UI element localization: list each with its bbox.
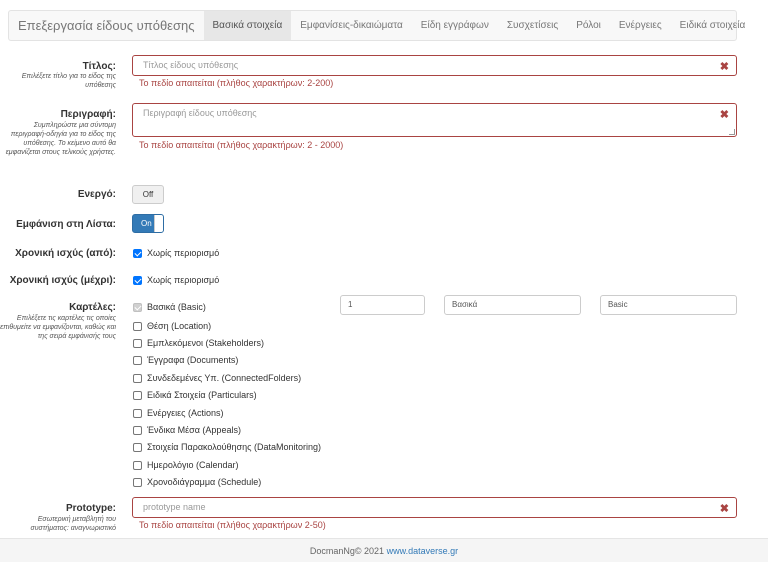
tab-bar: Βασικά στοιχεία Εμφανίσεις-δικαιώματα Εί…: [203, 11, 755, 40]
description-textarea[interactable]: Περιγραφή είδους υπόθεσης ✖: [132, 103, 737, 137]
title-label: Τίτλος:: [82, 61, 116, 72]
description-help: Συμπληρώστε μια σύντομη περιγραφή-οδηγία…: [5, 122, 116, 156]
checkbox-icon[interactable]: [133, 442, 142, 452]
description-error: Το πεδίο απαιτείται (πλήθος χαρακτήρων: …: [139, 140, 344, 150]
tab-relations[interactable]: Συσχετίσεις: [498, 11, 567, 40]
description-label: Περιγραφή:: [60, 109, 116, 120]
footer-link[interactable]: www.dataverse.gr: [387, 546, 459, 556]
prototype-label: Prototype:: [66, 503, 116, 514]
checkbox-icon[interactable]: [133, 390, 142, 400]
checkbox-icon[interactable]: [133, 338, 142, 348]
tab-checkbox-particulars[interactable]: Ειδικά Στοιχεία (Particulars): [133, 390, 257, 400]
tab-checkbox-actions[interactable]: Ενέργειες (Actions): [133, 408, 224, 418]
footer: DocmanNg© 2021 www.dataverse.gr: [0, 538, 768, 562]
top-navbar: Επεξεργασία είδους υπόθεσης Βασικά στοιχ…: [8, 10, 745, 41]
tab-checkbox-label: Στοιχεία Παρακολούθησης (DataMonitoring): [147, 442, 321, 452]
tab-actions[interactable]: Ενέργειες: [610, 11, 671, 40]
checkbox-icon[interactable]: [133, 373, 142, 383]
footer-copyright: DocmanNg© 2021: [309, 546, 385, 556]
tab-document-types[interactable]: Είδη εγγράφων: [412, 11, 498, 40]
title-placeholder: Τίτλος είδους υπόθεσης: [143, 60, 239, 70]
basic-label-el-input[interactable]: Βασικά: [444, 295, 581, 315]
tab-checkbox-label: Χρονοδιάγραμμα (Schedule): [147, 477, 262, 487]
clear-icon[interactable]: ✖: [720, 502, 729, 515]
checkbox-checked-icon[interactable]: [133, 275, 142, 285]
tabs-help: Επιλέξετε τις καρτέλες τις οποίες επιθυμ…: [0, 315, 116, 340]
page-title: Επεξεργασία είδους υπόθεσης: [18, 18, 195, 33]
tab-checkbox-label: Ενέργειες (Actions): [147, 408, 224, 418]
tab-checkbox-schedule[interactable]: Χρονοδιάγραμμα (Schedule): [133, 477, 261, 487]
prototype-help: Εσωτερική μεταβλητή του συστήματος: αναγ…: [30, 516, 116, 532]
tab-checkbox-appeals[interactable]: Ένδικα Μέσα (Appeals): [133, 425, 241, 435]
active-toggle[interactable]: Off: [132, 185, 164, 204]
tab-checkbox-label: Ειδικά Στοιχεία (Particulars): [147, 390, 257, 400]
checkbox-disabled-icon: [133, 302, 142, 312]
tab-checkbox-documents[interactable]: Έγγραφα (Documents): [133, 355, 238, 365]
tab-checkbox-location[interactable]: Θέση (Location): [133, 321, 211, 331]
prototype-error: Το πεδίο απαιτείται (πλήθος χαρακτήρων 2…: [139, 520, 326, 530]
tab-checkbox-label: Ημερολόγιο (Calendar): [147, 460, 239, 470]
show-in-list-label: Εμφάνιση στη Λίστα:: [16, 219, 116, 230]
tab-checkbox-basic[interactable]: Βασικά (Basic): [133, 302, 206, 312]
tab-checkbox-label: Βασικά (Basic): [147, 302, 206, 312]
clear-icon[interactable]: ✖: [720, 108, 729, 121]
tab-checkbox-connected-folders[interactable]: Συνδεδεμένες Υπ. (ConnectedFolders): [133, 373, 301, 383]
active-label: Ενεργό:: [77, 189, 116, 200]
tab-checkbox-label: Συνδεδεμένες Υπ. (ConnectedFolders): [147, 373, 302, 383]
resize-handle-icon[interactable]: [729, 129, 735, 135]
title-error: Το πεδίο απαιτείται (πλήθος χαρακτήρων: …: [139, 78, 334, 88]
basic-order-input[interactable]: 1: [340, 295, 425, 315]
prototype-placeholder: prototype name: [143, 502, 206, 512]
prototype-input[interactable]: prototype name ✖: [132, 497, 737, 518]
valid-to-checkbox-label: Χωρίς περιορισμό: [147, 275, 220, 285]
valid-to-label: Χρονική ισχύς (μέχρι):: [9, 275, 116, 286]
title-help: Επιλέξετε τίτλο για το είδος της υπόθεση…: [21, 73, 116, 89]
tab-basic[interactable]: Βασικά στοιχεία: [203, 11, 292, 40]
checkbox-icon[interactable]: [133, 321, 142, 331]
checkbox-icon[interactable]: [133, 460, 142, 470]
show-in-list-toggle[interactable]: On: [132, 214, 164, 233]
clear-icon[interactable]: ✖: [720, 60, 729, 73]
checkbox-icon[interactable]: [133, 425, 142, 435]
basic-label-en-input[interactable]: Basic: [600, 295, 737, 315]
valid-to-checkbox[interactable]: Χωρίς περιορισμό: [133, 275, 219, 285]
checkbox-icon[interactable]: [133, 408, 142, 418]
description-placeholder: Περιγραφή είδους υπόθεσης: [143, 108, 257, 118]
tabs-label: Καρτέλες:: [69, 302, 116, 313]
tab-checkbox-label: Έγγραφα (Documents): [147, 355, 239, 365]
valid-from-checkbox-label: Χωρίς περιορισμό: [147, 248, 220, 258]
valid-from-label: Χρονική ισχύς (από):: [15, 248, 116, 259]
tab-checkbox-stakeholders[interactable]: Εμπλεκόμενοι (Stakeholders): [133, 338, 264, 348]
tab-checkbox-label: Εμπλεκόμενοι (Stakeholders): [147, 338, 265, 348]
tab-checkbox-label: Θέση (Location): [147, 321, 212, 331]
tab-particulars[interactable]: Ειδικά στοιχεία: [671, 11, 755, 40]
valid-from-checkbox[interactable]: Χωρίς περιορισμό: [133, 248, 219, 258]
checkbox-icon[interactable]: [133, 355, 142, 365]
tab-roles[interactable]: Ρόλοι: [567, 11, 610, 40]
tab-checkbox-data-monitoring[interactable]: Στοιχεία Παρακολούθησης (DataMonitoring): [133, 442, 321, 452]
tab-checkbox-calendar[interactable]: Ημερολόγιο (Calendar): [133, 460, 239, 470]
tab-checkbox-label: Ένδικα Μέσα (Appeals): [147, 425, 241, 435]
checkbox-icon[interactable]: [133, 477, 142, 487]
tab-appearances-rights[interactable]: Εμφανίσεις-δικαιώματα: [291, 11, 412, 40]
title-input[interactable]: Τίτλος είδους υπόθεσης ✖: [132, 55, 737, 76]
checkbox-checked-icon[interactable]: [133, 248, 142, 258]
